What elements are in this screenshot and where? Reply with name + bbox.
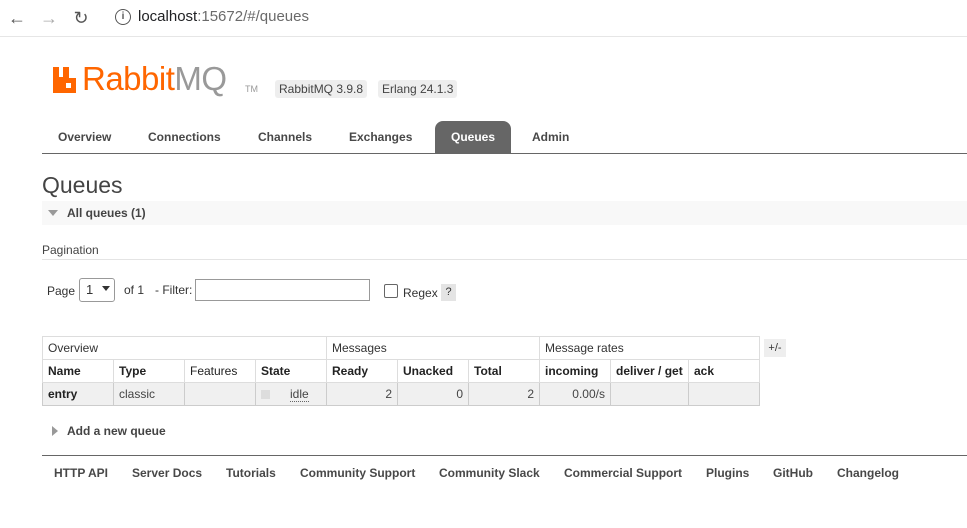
tab-channels[interactable]: Channels [242,121,328,153]
chevron-down-icon [102,286,110,291]
browser-toolbar: ← → ↻ i localhost:15672/#/queues [0,0,967,37]
column-header-type[interactable]: Type [113,359,185,383]
group-header-overview: Overview [42,336,327,360]
footer-link-github[interactable]: GitHub [773,466,813,480]
regex-checkbox[interactable] [384,284,398,298]
reload-icon[interactable]: ↻ [70,7,92,29]
url-text: localhost:15672/#/queues [138,8,309,25]
messages-ready: 2 [326,382,398,406]
queue-state: idle [255,382,327,406]
rate-deliver-get [610,382,689,406]
column-toggle-button[interactable]: +/- [764,339,786,357]
footer-links: HTTP API Server Docs Tutorials Community… [42,455,967,496]
group-header-message-rates: Message rates [539,336,760,360]
group-header-messages: Messages [326,336,540,360]
page-select[interactable]: 1 [79,278,115,302]
filter-label: - Filter: [155,283,193,297]
messages-total: 2 [468,382,540,406]
column-header-ready[interactable]: Ready [326,359,398,383]
footer-link-commercial-support[interactable]: Commercial Support [564,466,682,480]
state-indicator-icon [261,390,270,400]
column-header-ack[interactable]: ack [688,359,760,383]
queue-type: classic [113,382,185,406]
footer-link-plugins[interactable]: Plugins [706,466,749,480]
tab-exchanges[interactable]: Exchanges [333,121,428,153]
info-icon[interactable]: i [115,9,131,25]
column-header-incoming[interactable]: incoming [539,359,611,383]
queue-name-link[interactable]: entry [42,382,114,406]
column-header-total[interactable]: Total [468,359,540,383]
back-arrow-icon[interactable]: ← [6,7,28,29]
regex-label: Regex [403,286,438,300]
rabbit-logo-icon [53,67,76,93]
page-title: Queues [42,172,123,198]
state-label: idle [290,387,309,402]
add-queue-heading: Add a new queue [67,424,166,438]
tab-queues[interactable]: Queues [435,121,512,153]
queues-table: Overview Messages Message rates Name Typ… [42,336,760,406]
logo-wordmark: RabbitMQ [82,60,227,97]
footer-link-changelog[interactable]: Changelog [837,466,899,480]
footer-link-community-support[interactable]: Community Support [300,466,415,480]
footer-link-tutorials[interactable]: Tutorials [226,466,276,480]
column-header-unacked[interactable]: Unacked [397,359,469,383]
expand-triangle-icon [52,426,58,436]
footer-link-http-api[interactable]: HTTP API [54,466,108,480]
regex-help-button[interactable]: ? [441,284,456,301]
queue-features [184,382,256,406]
footer-link-server-docs[interactable]: Server Docs [132,466,202,480]
page-label: Page [47,284,76,298]
rate-ack [688,382,760,406]
forward-arrow-icon[interactable]: → [38,7,60,29]
all-queues-heading: All queues (1) [67,206,146,220]
messages-unacked: 0 [397,382,469,406]
divider [42,259,967,260]
all-queues-section-toggle[interactable]: All queues (1) [42,201,967,225]
rate-incoming: 0.00/s [539,382,611,406]
column-header-deliver-get[interactable]: deliver / get [610,359,689,383]
column-header-features: Features [184,359,256,383]
address-bar[interactable]: i localhost:15672/#/queues [104,3,967,31]
column-header-name[interactable]: Name [42,359,114,383]
tab-overview[interactable]: Overview [42,121,127,153]
collapse-triangle-icon [48,210,58,216]
erlang-version-badge: Erlang 24.1.3 [378,80,458,98]
tab-admin[interactable]: Admin [516,121,585,153]
tab-connections[interactable]: Connections [132,121,237,153]
main-nav-tabs: Overview Connections Channels Exchanges … [42,121,967,154]
logo-trademark: TM [245,84,258,94]
column-header-state[interactable]: State [255,359,327,383]
rabbitmq-version-badge: RabbitMQ 3.9.8 [275,80,368,98]
footer-link-community-slack[interactable]: Community Slack [439,466,540,480]
table-row[interactable]: entry classic idle 2 0 2 0.00/s [42,382,760,406]
pagination-heading: Pagination [42,243,99,257]
filter-input[interactable] [195,279,370,301]
page-count-label: of 1 [124,283,145,297]
